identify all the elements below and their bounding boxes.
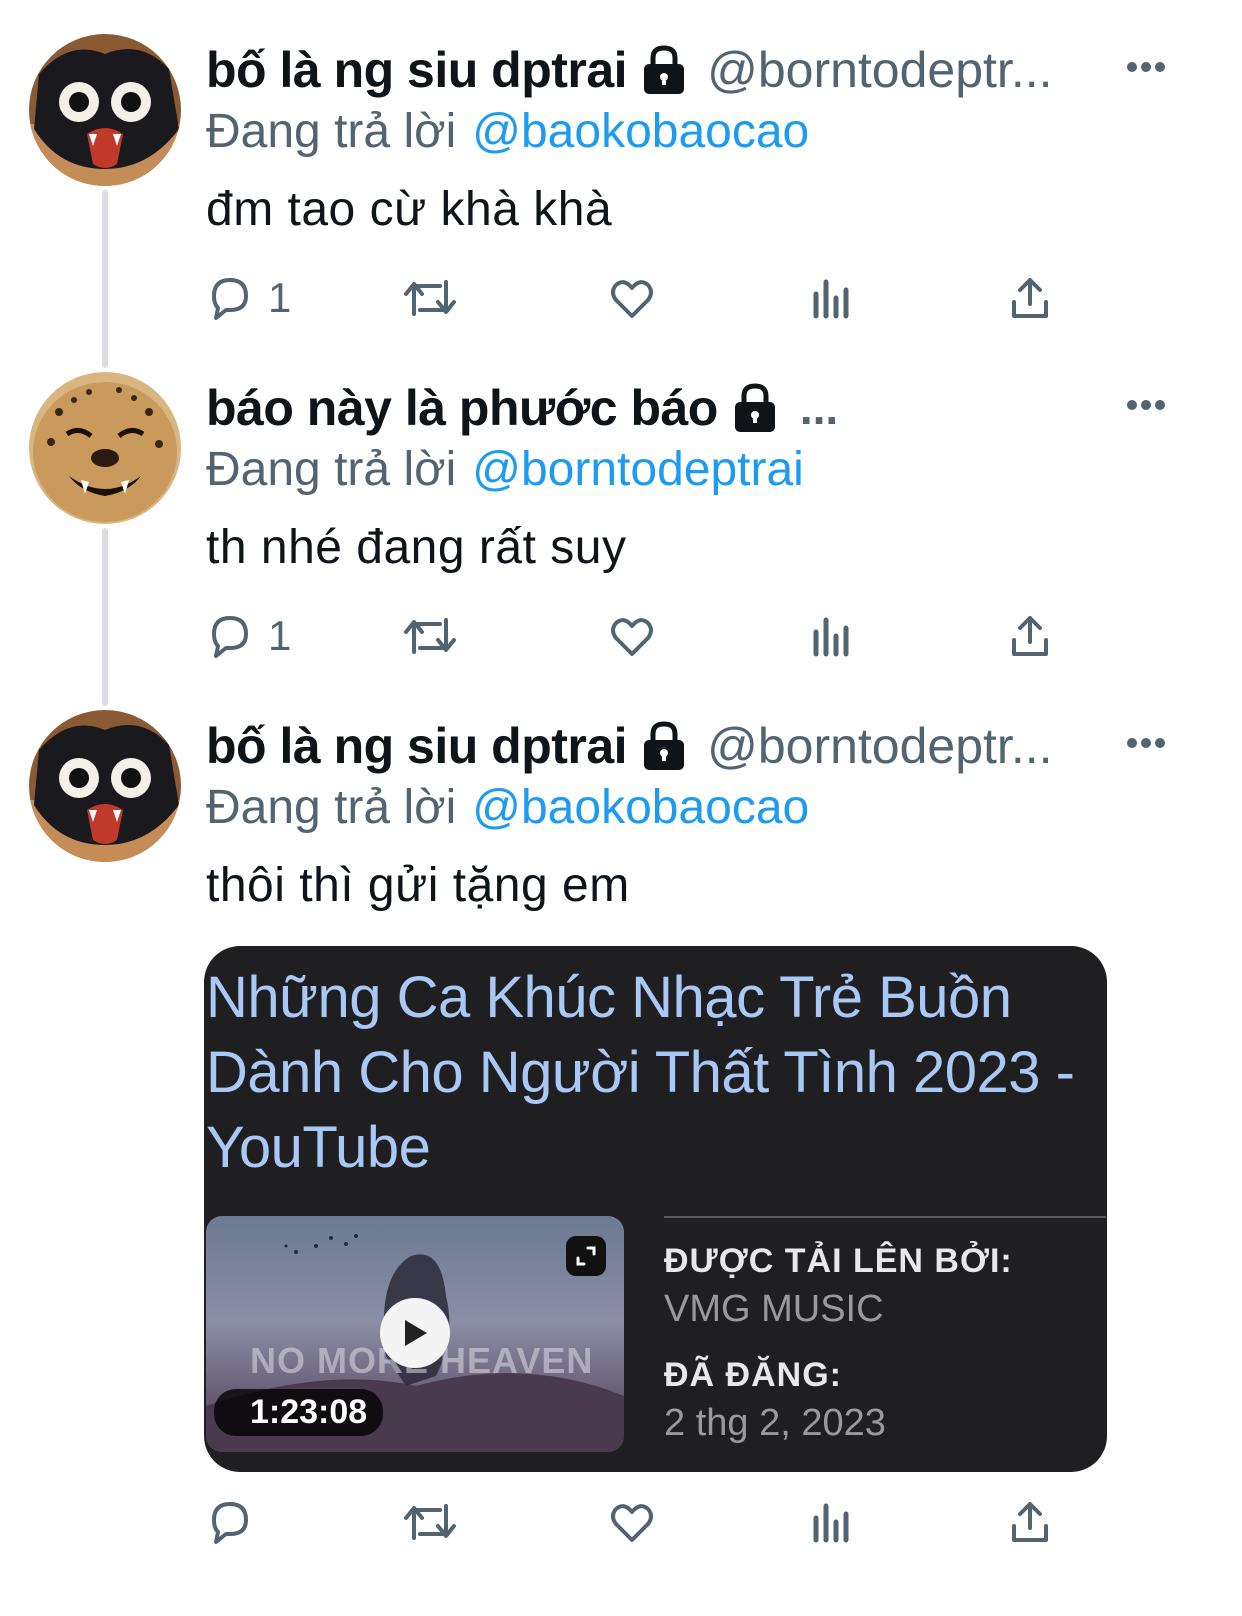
play-icon — [405, 1320, 427, 1346]
tweet-2[interactable]: báo này là phước báo ... Đang trả lời @bo… — [0, 372, 1242, 672]
replying-label: Đang trả lời — [206, 781, 457, 834]
share-icon — [1012, 278, 1048, 318]
retweet-button[interactable] — [402, 272, 458, 324]
reply-icon — [212, 616, 248, 658]
views-button[interactable] — [808, 272, 856, 324]
mention-link[interactable]: @baokobaocao — [472, 781, 809, 834]
action-bar: 1 — [206, 272, 1066, 324]
reply-count: 1 — [268, 612, 292, 659]
replying-label: Đang trả lời — [206, 105, 457, 158]
lock-icon — [644, 45, 685, 94]
expand-button[interactable] — [566, 1236, 606, 1276]
like-icon — [611, 618, 653, 656]
share-icon — [1012, 1502, 1048, 1542]
like-icon — [611, 1504, 653, 1542]
posted-label: ĐÃ ĐĂNG: — [664, 1356, 842, 1394]
replying-label: Đang trả lời — [206, 443, 457, 496]
views-button[interactable] — [808, 610, 856, 662]
share-button[interactable] — [1006, 272, 1054, 324]
video-duration: 1:23:08 — [214, 1389, 384, 1436]
like-icon — [611, 280, 653, 318]
avatar[interactable] — [29, 34, 181, 186]
tweet-header: bố là ng siu dptrai @borntodeptr... — [206, 714, 1053, 778]
display-name[interactable]: báo này là phước báo — [206, 379, 718, 437]
views-icon — [813, 279, 849, 319]
share-button[interactable] — [1006, 610, 1054, 662]
reply-button[interactable] — [206, 1496, 268, 1548]
retweet-button[interactable] — [402, 1496, 458, 1548]
display-name[interactable]: bố là ng siu dptrai — [206, 41, 628, 99]
reply-icon — [212, 278, 248, 320]
play-button[interactable] — [380, 1298, 450, 1368]
handle[interactable]: @borntodeptr... — [707, 717, 1052, 775]
mention-link[interactable]: @baokobaocao — [472, 105, 809, 158]
uploaded-by-label: ĐƯỢC TẢI LÊN BỞI: — [664, 1242, 1013, 1280]
like-button[interactable] — [608, 1496, 656, 1548]
reply-button[interactable]: 1 — [206, 272, 291, 324]
card-title[interactable]: Những Ca Khúc Nhạc Trẻ Buồn Dành Cho Ngư… — [206, 960, 1106, 1185]
retweet-icon — [404, 280, 456, 316]
views-icon — [813, 1503, 849, 1543]
tweet-text: th nhé đang rất suy — [206, 521, 627, 574]
retweet-icon — [404, 1504, 456, 1540]
posted-date: 2 thg 2, 2023 — [664, 1402, 886, 1444]
action-bar — [206, 1496, 1066, 1548]
like-button[interactable] — [608, 610, 656, 662]
link-preview-card[interactable]: Những Ca Khúc Nhạc Trẻ Buồn Dành Cho Ngư… — [204, 946, 1107, 1472]
views-button[interactable] — [808, 1496, 856, 1548]
replying-to: Đang trả lời @borntodeptrai — [206, 442, 804, 497]
display-name[interactable]: bố là ng siu dptrai — [206, 717, 628, 775]
reply-count: 1 — [268, 274, 292, 321]
replying-to: Đang trả lời @baokobaocao — [206, 104, 809, 159]
tweet-header: bố là ng siu dptrai @borntodeptr... — [206, 38, 1053, 102]
cat-avatar-image — [29, 34, 181, 186]
tweet-text: thôi thì gửi tặng em — [206, 859, 630, 912]
more-icon[interactable] — [1126, 736, 1166, 750]
action-bar: 1 — [206, 610, 1066, 662]
reply-icon — [212, 1502, 248, 1544]
cheetah-avatar-image — [29, 372, 181, 524]
avatar[interactable] — [29, 372, 181, 524]
retweet-button[interactable] — [402, 610, 458, 662]
tweet-1[interactable]: bố là ng siu dptrai @borntodeptr... Đang… — [0, 34, 1242, 334]
lock-icon — [734, 383, 775, 432]
handle[interactable]: @borntodeptr... — [707, 41, 1052, 99]
share-icon — [1012, 616, 1048, 656]
tweet-header: báo này là phước báo ... — [206, 376, 838, 440]
reply-button[interactable]: 1 — [206, 610, 291, 662]
retweet-icon — [404, 618, 456, 654]
expand-icon — [576, 1246, 596, 1266]
handle-truncated[interactable]: ... — [800, 381, 838, 435]
share-button[interactable] — [1006, 1496, 1054, 1548]
mention-link[interactable]: @borntodeptrai — [472, 443, 804, 496]
uploaded-by-value: VMG MUSIC — [664, 1288, 884, 1330]
avatar[interactable] — [29, 710, 181, 862]
like-button[interactable] — [608, 272, 656, 324]
cat-avatar-image — [29, 710, 181, 862]
more-icon[interactable] — [1126, 60, 1166, 74]
video-thumbnail[interactable]: NO MORE HEAVEN 1:23:08 — [206, 1216, 624, 1452]
lock-icon — [644, 721, 685, 770]
tweet-text: đm tao cừ khà khà — [206, 183, 613, 236]
replying-to: Đang trả lời @baokobaocao — [206, 780, 809, 835]
more-icon[interactable] — [1126, 398, 1166, 412]
views-icon — [813, 617, 849, 657]
divider — [664, 1216, 1106, 1218]
